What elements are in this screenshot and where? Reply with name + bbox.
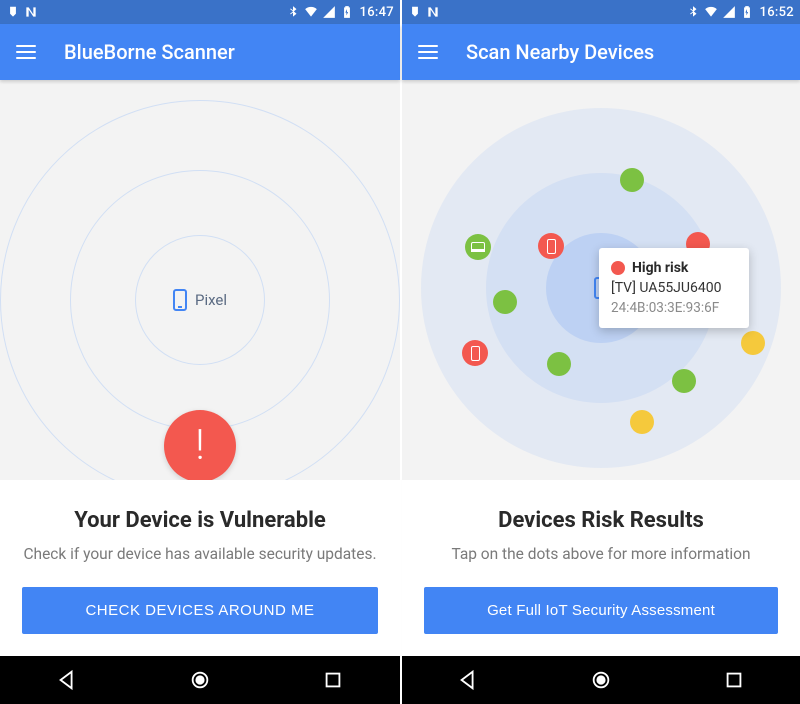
wifi-icon (704, 5, 718, 19)
dot-green-bottom-mid[interactable] (547, 352, 571, 376)
android-n-icon (24, 5, 38, 19)
get-assessment-button[interactable]: Get Full IoT Security Assessment (424, 587, 778, 634)
dot-green-mid-left[interactable] (493, 290, 517, 314)
result-card: Devices Risk Results Tap on the dots abo… (402, 480, 800, 656)
radar-view: Pixel ! (0, 80, 400, 480)
app-bar: Scan Nearby Devices (402, 24, 800, 80)
result-card: Your Device is Vulnerable Check if your … (0, 480, 400, 656)
download-icon (408, 5, 422, 19)
android-nav-bar (0, 656, 400, 704)
wifi-icon (304, 5, 318, 19)
tooltip-device-name: [TV] UA55JU6400 (611, 278, 737, 298)
status-time: 16:52 (760, 5, 794, 20)
app-bar-title: Scan Nearby Devices (466, 40, 654, 64)
android-n-icon (426, 5, 440, 19)
dot-green-bottom-right[interactable] (672, 369, 696, 393)
dot-red-phone-top[interactable] (538, 233, 564, 259)
check-devices-button[interactable]: CHECK DEVICES AROUND ME (22, 587, 378, 634)
dot-yellow-bottom[interactable] (630, 410, 654, 434)
risk-dot-icon (611, 261, 625, 275)
menu-icon[interactable] (16, 45, 36, 59)
card-heading: Devices Risk Results (424, 508, 778, 533)
battery-charging-icon (340, 5, 354, 19)
dot-yellow-right[interactable] (741, 331, 765, 355)
card-heading: Your Device is Vulnerable (22, 508, 378, 533)
dot-green-laptop[interactable] (465, 234, 491, 260)
bluetooth-icon (686, 5, 700, 19)
bluetooth-icon (286, 5, 300, 19)
radar-scan-view: High risk [TV] UA55JU6400 24:4B:03:3E:93… (402, 80, 800, 480)
card-subtext: Check if your device has available secur… (22, 543, 378, 565)
dot-green-top[interactable] (620, 168, 644, 192)
phone-icon (547, 239, 556, 254)
nav-back-button[interactable] (55, 668, 79, 692)
android-nav-bar (402, 656, 800, 704)
download-icon (6, 5, 20, 19)
tooltip-mac: 24:4B:03:3E:93:6F (611, 299, 737, 319)
phone-left: 16:47 BlueBorne Scanner Pixel ! Your Dev… (0, 0, 400, 704)
app-bar: BlueBorne Scanner (0, 24, 400, 80)
status-bar: 16:52 (402, 0, 800, 24)
tooltip-risk-label: High risk (632, 258, 688, 278)
menu-icon[interactable] (418, 45, 438, 59)
nav-recent-button[interactable] (722, 668, 746, 692)
laptop-icon (471, 242, 485, 252)
alert-badge[interactable]: ! (164, 410, 236, 480)
phone-right: 16:52 Scan Nearby Devices High risk [TV]… (400, 0, 800, 704)
dot-red-phone-bottom[interactable] (462, 340, 488, 366)
nav-recent-button[interactable] (321, 668, 345, 692)
card-subtext: Tap on the dots above for more informati… (424, 543, 778, 565)
status-bar: 16:47 (0, 0, 400, 24)
nav-back-button[interactable] (456, 668, 480, 692)
device-tooltip[interactable]: High risk [TV] UA55JU6400 24:4B:03:3E:93… (599, 248, 749, 328)
center-device: Pixel (173, 289, 227, 311)
center-device-label: Pixel (195, 291, 227, 309)
app-bar-title: BlueBorne Scanner (64, 40, 235, 64)
nav-home-button[interactable] (589, 668, 613, 692)
nav-home-button[interactable] (188, 668, 212, 692)
alert-icon: ! (195, 421, 205, 470)
status-time: 16:47 (360, 5, 394, 20)
battery-charging-icon (740, 5, 754, 19)
phone-icon (173, 289, 187, 311)
phone-icon (471, 346, 480, 361)
signal-icon (722, 5, 736, 19)
signal-icon (322, 5, 336, 19)
